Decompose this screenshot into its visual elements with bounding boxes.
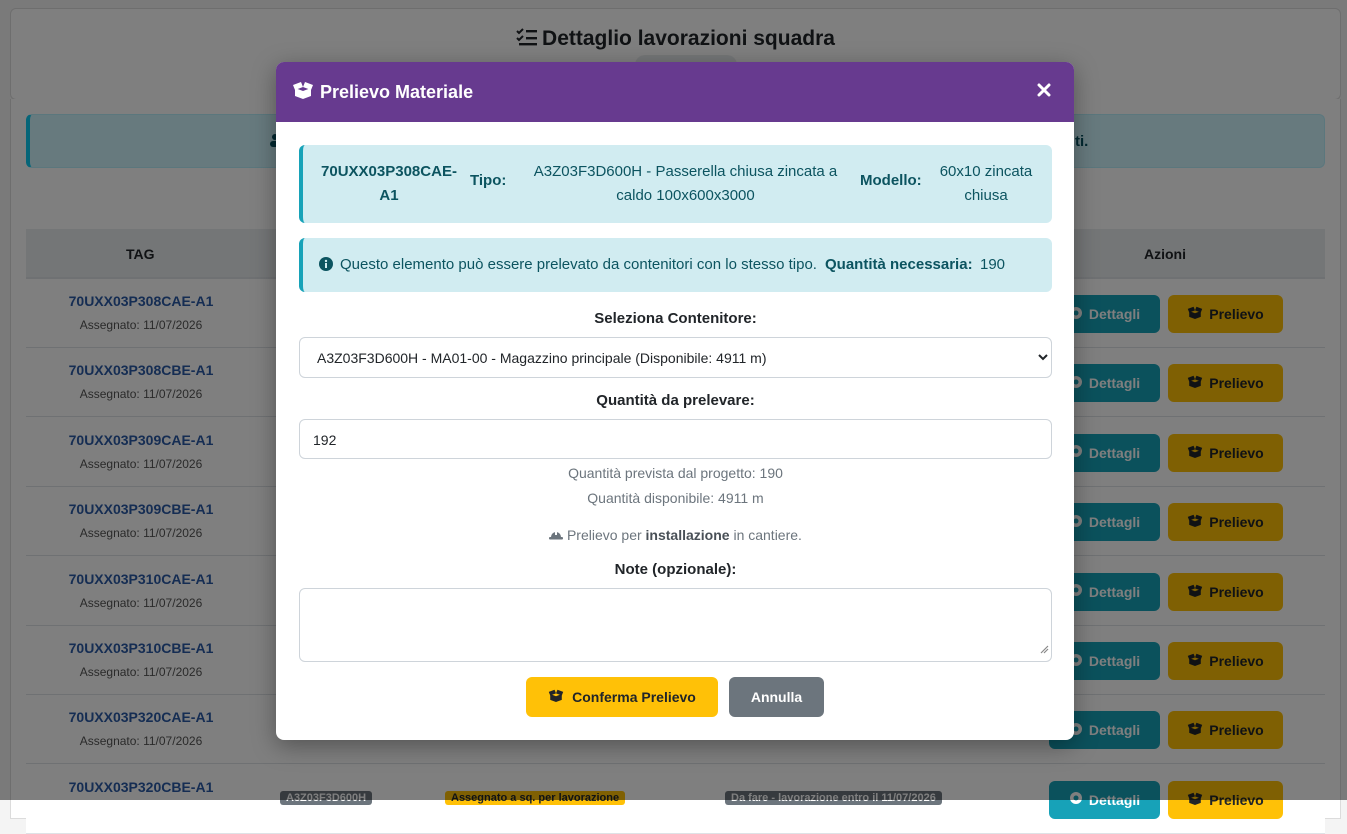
- item-tag: 70UXX03P308CAE-A1: [321, 163, 457, 204]
- item-info-box: 70UXX03P308CAE-A1 Tipo: A3Z03F3D600H - P…: [299, 145, 1052, 223]
- type-info-alert: Questo elemento può essere prelevato da …: [299, 238, 1052, 292]
- required-qty-label: Quantità necessaria:: [825, 256, 973, 273]
- cancel-label: Annulla: [750, 689, 803, 705]
- close-icon: [1037, 83, 1051, 102]
- tipo-label: Tipo:: [470, 172, 507, 189]
- modal-title-text: Prelievo Materiale: [320, 82, 474, 102]
- planned-qty-text: Quantità prevista dal progetto: 190: [568, 465, 783, 481]
- close-button[interactable]: [1032, 80, 1056, 104]
- install-note: Prelievo per installazione in cantiere.: [299, 527, 1052, 543]
- install-bold: installazione: [645, 527, 730, 543]
- container-select[interactable]: A3Z03F3D600H - MA01-00 - Magazzino princ…: [299, 337, 1052, 378]
- modal-title: Prelievo Materiale: [292, 81, 473, 104]
- install-prefix: Prelievo per: [566, 527, 642, 543]
- quantity-label: Quantità da prelevare:: [596, 392, 755, 409]
- modal-header: Prelievo Materiale: [276, 62, 1074, 122]
- required-qty-value: 190: [980, 256, 1006, 273]
- container-label: Seleziona Contenitore:: [594, 310, 757, 327]
- hard-hat-icon: [549, 527, 567, 543]
- modello-label: Modello:: [860, 172, 922, 189]
- tipo-value: A3Z03F3D600H - Passerella chiusa zincata…: [533, 163, 838, 204]
- modello-value: 60x10 zincata chiusa: [939, 163, 1033, 204]
- install-suffix: in cantiere.: [733, 527, 802, 543]
- alert-text: Questo elemento può essere prelevato da …: [340, 256, 817, 273]
- quantity-input[interactable]: 192: [299, 419, 1052, 459]
- box-open-icon: [292, 81, 314, 104]
- notes-label: Note (opzionale):: [614, 561, 737, 578]
- info-circle-icon: [319, 257, 333, 275]
- resize-grip-icon[interactable]: [1039, 641, 1049, 659]
- prelievo-modal: Prelievo Materiale 70UXX03P308CAE-A1 Tip…: [276, 62, 1074, 740]
- confirm-prelievo-button[interactable]: Conferma Prelievo: [526, 677, 718, 717]
- container-selected-value: A3Z03F3D600H - MA01-00 - Magazzino princ…: [317, 350, 767, 366]
- box-open-icon: [548, 689, 564, 705]
- available-qty-text: Quantità disponibile: 4911 m: [587, 490, 764, 506]
- confirm-label: Conferma Prelievo: [572, 689, 696, 705]
- cancel-button[interactable]: Annulla: [729, 677, 824, 717]
- notes-textarea[interactable]: [299, 588, 1052, 662]
- chevron-down-icon: [1037, 350, 1049, 366]
- quantity-input-value: 192: [313, 432, 337, 448]
